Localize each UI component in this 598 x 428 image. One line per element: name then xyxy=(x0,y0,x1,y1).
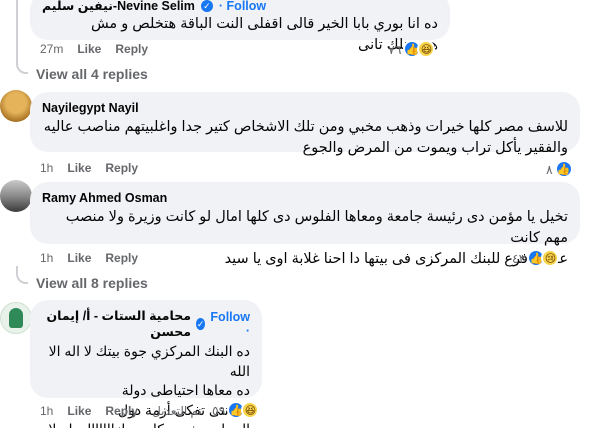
reaction-count: ٥٩ xyxy=(212,403,226,418)
edited-label: تم التعديل xyxy=(152,404,202,418)
comment-bubble: نيفين سليم-Nevine Selim ✓ · Follow ده ان… xyxy=(30,0,450,53)
thread-curve xyxy=(16,266,28,284)
reply-button[interactable]: Reply xyxy=(105,161,138,175)
follow-button[interactable]: Follow · xyxy=(210,310,250,338)
avatar[interactable] xyxy=(0,302,32,334)
commenter-name[interactable]: Nayilegypt Nayil xyxy=(42,100,568,116)
reaction-summary[interactable]: ٥٩ 👍 😆 xyxy=(212,401,260,419)
haha-icon: 😆 xyxy=(417,40,436,58)
like-button[interactable]: Like xyxy=(77,42,101,56)
comment-bubble: Ramy Ahmed Osman تخيل يا مؤمن دى رئيسة ج… xyxy=(30,182,580,267)
reaction-summary[interactable]: ٤٣ 👍 😢 xyxy=(512,249,560,267)
thread-curve xyxy=(16,52,28,74)
comment-time[interactable]: 1h xyxy=(40,251,53,265)
like-button[interactable]: Like xyxy=(67,404,91,418)
like-button[interactable]: Like xyxy=(67,161,91,175)
view-replies-button[interactable]: View all 8 replies xyxy=(36,275,148,291)
comment-time[interactable]: 27m xyxy=(40,42,63,56)
reaction-count: ٨ xyxy=(546,162,553,177)
comment-bubble: Follow · ✓ محامية الستات - أ/ إيمان محسن… xyxy=(30,300,262,428)
like-icon: 👍 xyxy=(554,160,573,178)
haha-icon: 😆 xyxy=(241,401,260,419)
reply-button[interactable]: Reply xyxy=(115,42,148,56)
like-button[interactable]: Like xyxy=(67,251,91,265)
reaction-summary[interactable]: ٧٦ 👍 😆 xyxy=(388,40,436,58)
avatar[interactable] xyxy=(0,90,32,122)
commenter-name[interactable]: Ramy Ahmed Osman xyxy=(42,190,568,206)
comment-time[interactable]: 1h xyxy=(40,161,53,175)
comment-time[interactable]: 1h xyxy=(40,404,53,418)
thread-line xyxy=(16,0,18,60)
reaction-summary[interactable]: ٨ 👍 xyxy=(546,160,573,178)
reply-button[interactable]: Reply xyxy=(105,251,138,265)
sad-icon: 😢 xyxy=(541,249,560,267)
comment-bubble: Nayilegypt Nayil للاسف مصر كلها خيرات وذ… xyxy=(30,92,580,156)
commenter-name[interactable]: محامية الستات - أ/ إيمان محسن xyxy=(42,308,191,340)
commenter-name[interactable]: نيفين سليم-Nevine Selim xyxy=(42,0,195,14)
verified-icon: ✓ xyxy=(195,318,206,330)
comment-actions: 1h Like Reply xyxy=(40,251,152,265)
view-replies-button[interactable]: View all 4 replies xyxy=(36,66,148,82)
follow-button[interactable]: · Follow xyxy=(219,0,266,13)
verified-icon: ✓ xyxy=(200,0,213,12)
comment-text: للاسف مصر كلها خيرات وذهب مخبي ومن تلك ا… xyxy=(43,119,568,156)
logo-icon xyxy=(9,308,23,328)
comment-actions: 1h Like Reply xyxy=(40,161,152,175)
reply-button[interactable]: Reply xyxy=(105,404,138,418)
reaction-count: ٤٣ xyxy=(512,251,526,266)
comment-actions: 1h Like Reply تم التعديل xyxy=(40,404,216,418)
comment-actions: 27m Like Reply xyxy=(40,42,162,56)
avatar[interactable] xyxy=(0,180,32,212)
reaction-count: ٧٦ xyxy=(388,42,402,57)
